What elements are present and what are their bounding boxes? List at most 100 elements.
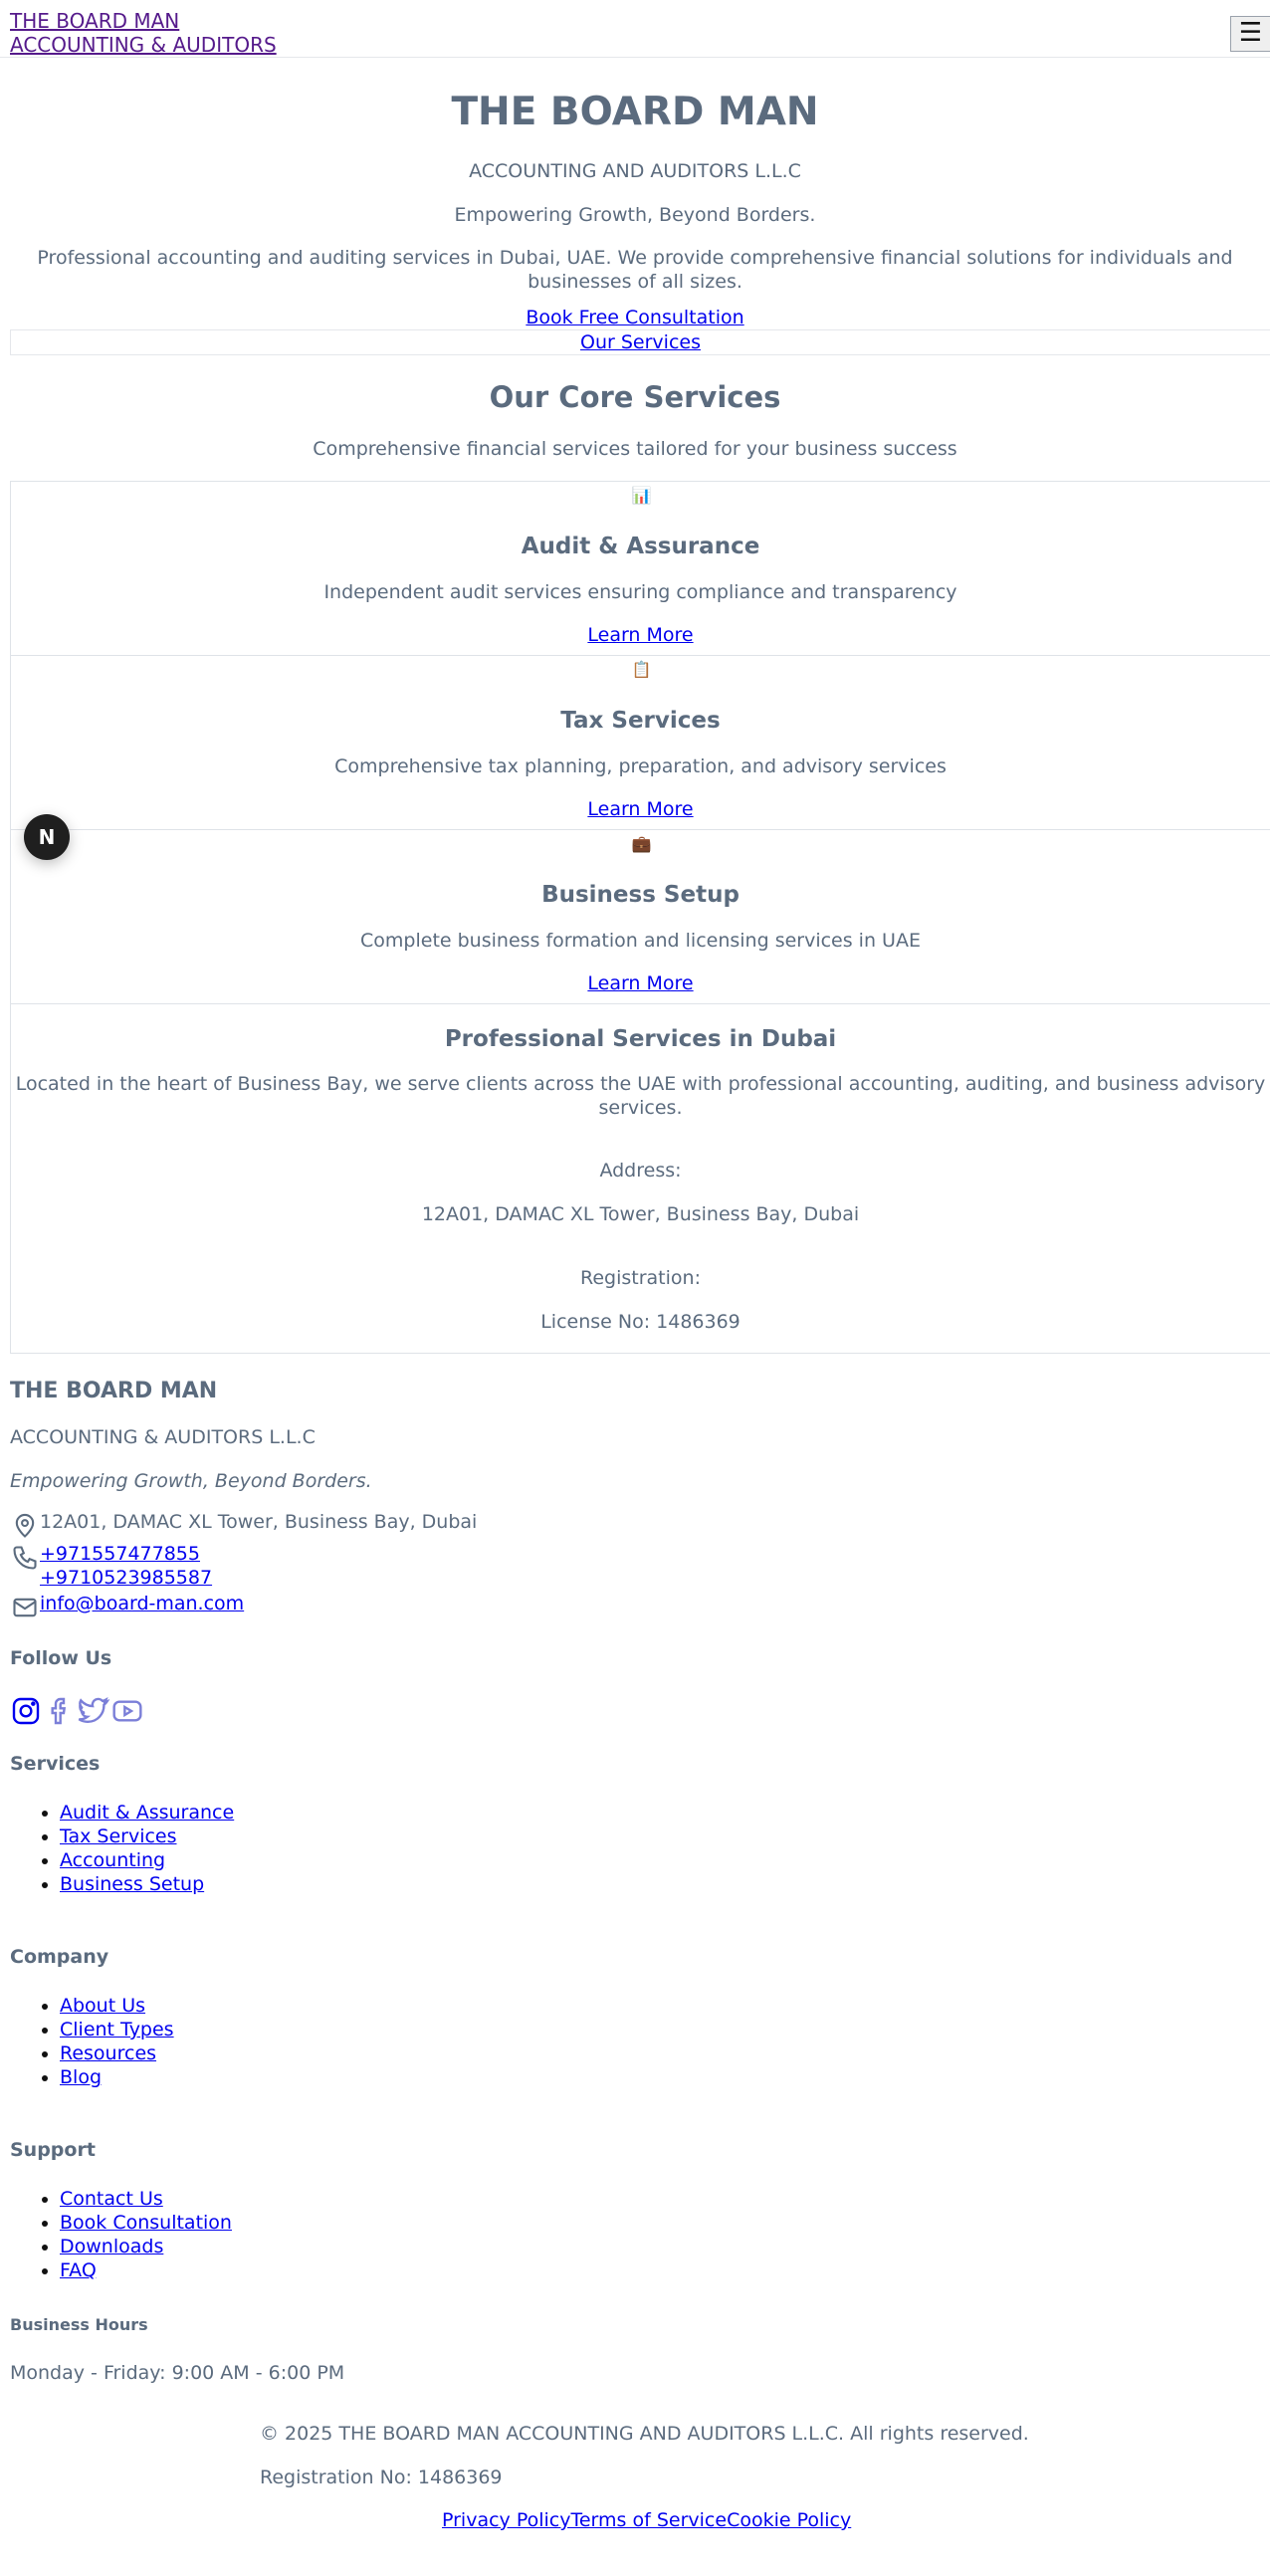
hero-subtitle: ACCOUNTING AND AUDITORS L.L.C [469,160,801,182]
youtube-icon[interactable] [111,1695,143,1727]
service-card-audit: 📊 Audit & Assurance Independent audit se… [10,481,1270,655]
core-services-section: Our Core Services Comprehensive financia… [0,377,1270,1354]
service-title: Business Setup [541,882,740,908]
footer-phone-row: +971557477855 +9710523985587 [10,1542,1270,1590]
social-links [10,1695,1270,1727]
footer-bottom: © 2025 THE BOARD MAN ACCOUNTING AND AUDI… [260,2421,1270,2490]
our-services-button[interactable]: Our Services [11,330,1270,354]
phone-icon [13,1546,37,1570]
menu-button[interactable]: ☰ [1230,16,1270,52]
list-item: Contact Us [60,2187,1270,2211]
learn-more-link[interactable]: Learn More [587,797,693,821]
logo-line-2: ACCOUNTING & AUDITORS [10,33,277,57]
list-item: Client Types [60,2018,1270,2041]
list-item: Resources [60,2041,1270,2065]
clipboard-icon: 📋 [631,660,652,679]
cookie-policy-link[interactable]: Cookie Policy [727,2509,851,2531]
address-label: Address: [599,1160,682,1181]
learn-more-link[interactable]: Learn More [587,971,693,995]
service-title: Audit & Assurance [521,534,760,559]
privacy-policy-link[interactable]: Privacy Policy [442,2509,570,2531]
footer-address: 12A01, DAMAC XL Tower, Business Bay, Dub… [40,1511,478,1533]
service-card-tax: 📋 Tax Services Comprehensive tax plannin… [10,655,1270,829]
book-consultation-button[interactable]: Book Free Consultation [0,306,1270,329]
service-description: Independent audit services ensuring comp… [323,581,957,603]
logo-line-1: THE BOARD MAN [10,9,180,33]
description-line-1: Located in the heart of Business Bay, we… [15,1073,1266,1095]
footer-link-downloads[interactable]: Downloads [60,2236,163,2257]
list-item: Blog [60,2065,1270,2089]
service-title: Tax Services [560,708,721,734]
copyright: © 2025 THE BOARD MAN ACCOUNTING AND AUDI… [260,2423,1029,2445]
footer: THE BOARD MAN ACCOUNTING & AUDITORS L.L.… [0,1378,1270,2532]
hamburger-icon: ☰ [1238,18,1263,48]
top-bar: THE BOARD MAN ACCOUNTING & AUDITORS ☰ [0,0,1270,58]
footer-tagline: Empowering Growth, Beyond Borders. [10,1470,372,1492]
phone-link-2[interactable]: +9710523985587 [40,1566,212,1590]
company-list: About Us Client Types Resources Blog [10,1994,1270,2089]
footer-link-accounting[interactable]: Accounting [60,1849,165,1871]
email-link[interactable]: info@board-man.com [40,1592,244,1615]
footer-link-tax[interactable]: Tax Services [60,1825,177,1847]
policy-links: Privacy PolicyTerms of ServiceCookie Pol… [442,2508,1270,2532]
registration-label: Registration: [580,1267,701,1289]
bar-chart-icon: 📊 [631,486,652,505]
twitter-icon[interactable] [78,1695,109,1727]
footer-address-row: 12A01, DAMAC XL Tower, Business Bay, Dub… [10,1510,1270,1540]
list-item: Audit & Assurance [60,1801,1270,1825]
terms-of-service-link[interactable]: Terms of Service [570,2509,727,2531]
service-card-business-setup: 💼 Business Setup Complete business forma… [10,829,1270,1003]
map-pin-icon [15,1513,35,1538]
follow-heading: Follow Us [10,1647,112,1669]
professional-services-title: Professional Services in Dubai [444,1026,837,1052]
facebook-icon[interactable] [44,1695,76,1727]
footer-link-faq[interactable]: FAQ [60,2259,97,2281]
list-item: Book Consultation [60,2211,1270,2235]
list-item: About Us [60,1994,1270,2018]
hero-tagline: Empowering Growth, Beyond Borders. [454,204,816,226]
registration-number: Registration No: 1486369 [260,2467,503,2488]
instagram-icon[interactable] [10,1695,42,1727]
core-services-title: Our Core Services [489,380,781,414]
service-description: Complete business formation and licensin… [360,930,921,952]
briefcase-icon: 💼 [631,834,652,853]
services-list: Audit & Assurance Tax Services Accountin… [10,1801,1270,1896]
our-services-frame: Our Services [10,329,1270,355]
footer-link-client-types[interactable]: Client Types [60,2019,174,2040]
logo-link[interactable]: THE BOARD MAN ACCOUNTING & AUDITORS [10,9,277,57]
footer-subtitle: ACCOUNTING & AUDITORS L.L.C [10,1426,316,1448]
company-heading: Company [10,1946,109,1968]
phone-link-1[interactable]: +971557477855 [40,1542,212,1566]
dev-tools-badge[interactable]: N [24,814,70,860]
list-item: Business Setup [60,1872,1270,1896]
description-line-2: services. [598,1097,683,1119]
footer-link-about[interactable]: About Us [60,1995,145,2017]
hero-title: THE BOARD MAN [451,90,819,134]
list-item: Accounting [60,1848,1270,1872]
support-heading: Support [10,2139,96,2161]
footer-link-book-consultation[interactable]: Book Consultation [60,2212,232,2234]
professional-services-box: Professional Services in Dubai Located i… [10,1003,1270,1354]
phone-list: +971557477855 +9710523985587 [40,1542,212,1590]
footer-link-audit[interactable]: Audit & Assurance [60,1802,234,1824]
footer-link-resources[interactable]: Resources [60,2042,156,2064]
list-item: Downloads [60,2235,1270,2258]
professional-services-description: Located in the heart of Business Bay, we… [11,1072,1270,1120]
hero-description: Professional accounting and auditing ser… [37,247,1233,293]
footer-link-contact[interactable]: Contact Us [60,2188,163,2210]
footer-link-blog[interactable]: Blog [60,2066,102,2088]
footer-link-business-setup[interactable]: Business Setup [60,1873,204,1895]
hero-section: THE BOARD MAN ACCOUNTING AND AUDITORS L.… [0,88,1270,355]
support-list: Contact Us Book Consultation Downloads F… [10,2187,1270,2282]
footer-brand: THE BOARD MAN [10,1379,218,1403]
list-item: FAQ [60,2258,1270,2282]
service-description: Comprehensive tax planning, preparation,… [334,755,947,777]
learn-more-link[interactable]: Learn More [587,623,693,647]
list-item: Tax Services [60,1825,1270,1848]
business-hours: Monday - Friday: 9:00 AM - 6:00 PM [10,2362,345,2384]
address-value: 12A01, DAMAC XL Tower, Business Bay, Dub… [421,1203,860,1225]
services-heading: Services [10,1753,101,1775]
mail-icon [13,1598,37,1617]
footer-email-row: info@board-man.com [10,1592,1270,1621]
core-services-subtitle: Comprehensive financial services tailore… [313,438,957,460]
